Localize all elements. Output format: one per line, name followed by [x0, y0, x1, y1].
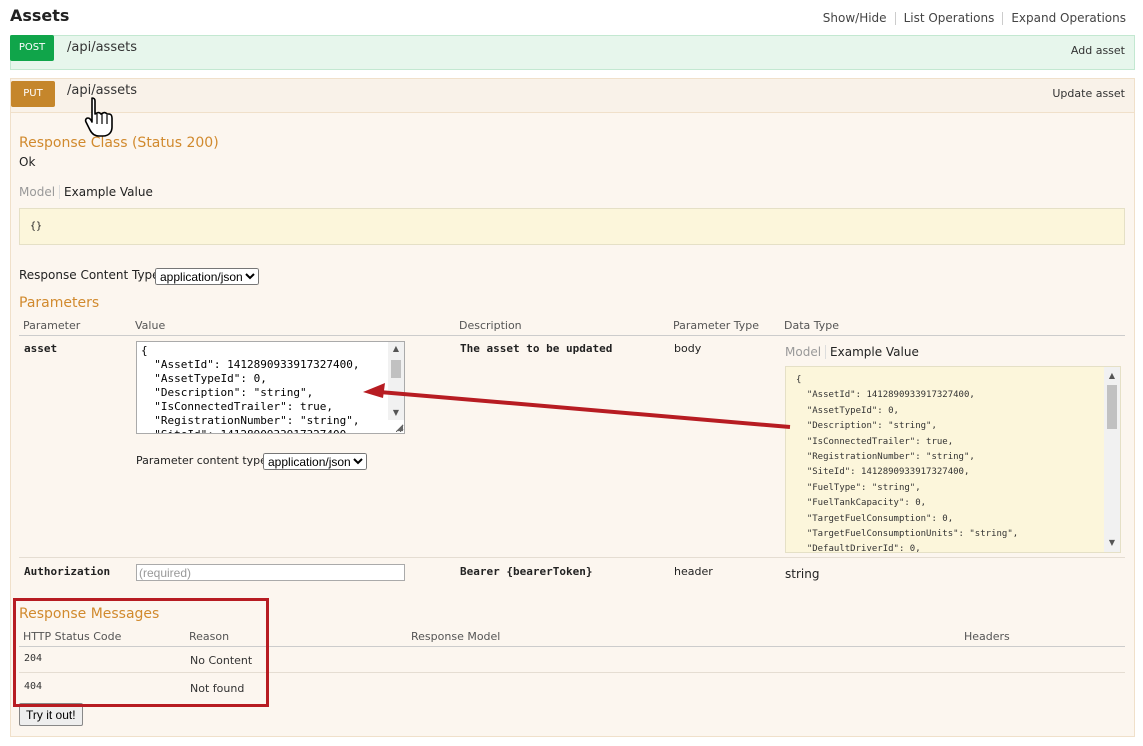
- put-operation-heading[interactable]: PUT /api/assets Update asset: [10, 78, 1135, 113]
- response-content-type-select[interactable]: application/json: [155, 268, 259, 285]
- parameters-title: Parameters: [19, 295, 100, 311]
- example-scroll-down-icon[interactable]: ▼: [1104, 536, 1120, 550]
- asset-body-textarea[interactable]: { "AssetId": 1412890933917327400, "Asset…: [136, 341, 405, 434]
- param-header-parameter: Parameter: [23, 319, 81, 332]
- datatype-model-tab[interactable]: Model: [785, 345, 827, 359]
- parameter-content-type-select[interactable]: application/json: [263, 453, 367, 470]
- post-operation-heading[interactable]: POST /api/assets Add asset: [10, 35, 1135, 70]
- param-header-data-type: Data Type: [784, 319, 840, 332]
- list-operations-link[interactable]: List Operations: [896, 12, 1004, 25]
- response-model-tab[interactable]: Model: [19, 185, 61, 199]
- resource-title[interactable]: Assets: [10, 6, 69, 25]
- response-content-type-label: Response Content Type: [19, 268, 160, 282]
- parameter-content-type-label: Parameter content type:: [136, 454, 271, 467]
- param-header-divider: [19, 335, 1125, 336]
- post-summary-link[interactable]: Add asset: [1071, 44, 1125, 57]
- resource-links: Show/Hide List Operations Expand Operati…: [815, 12, 1126, 25]
- scroll-up-icon[interactable]: ▲: [388, 342, 404, 356]
- param-name-authorization: Authorization: [24, 565, 111, 578]
- param-name-asset: asset: [24, 342, 58, 355]
- param-description-asset: The asset to be updated: [460, 342, 613, 355]
- expand-operations-link[interactable]: Expand Operations: [1003, 12, 1126, 25]
- datatype-example-tab[interactable]: Example Value: [830, 345, 923, 359]
- data-type-authorization: string: [785, 567, 820, 581]
- resize-grip-icon[interactable]: ◢: [396, 423, 403, 433]
- scroll-thumb[interactable]: [391, 360, 401, 378]
- put-summary-link[interactable]: Update asset: [1052, 87, 1125, 100]
- put-method-badge[interactable]: PUT: [11, 81, 55, 107]
- rm-header-response-model: Response Model: [411, 630, 501, 643]
- example-scrollbar[interactable]: ▲ ▼: [1104, 367, 1120, 552]
- rm-header-headers: Headers: [964, 630, 1010, 643]
- asset-body-editor: { "AssetId": 1412890933917327400, "Asset…: [136, 341, 405, 434]
- asset-textarea-scrollbar[interactable]: ▲ ▼: [388, 342, 404, 420]
- authorization-input[interactable]: [136, 564, 405, 581]
- annotation-highlight-box: [13, 598, 269, 707]
- param-header-parameter-type: Parameter Type: [673, 319, 759, 332]
- hand-cursor-icon: [84, 97, 113, 137]
- datatype-example-snippet[interactable]: { "AssetId": 1412890933917327400, "Asset…: [785, 366, 1121, 553]
- show-hide-link[interactable]: Show/Hide: [815, 12, 896, 25]
- example-scroll-up-icon[interactable]: ▲: [1104, 369, 1120, 383]
- response-class-value: Ok: [19, 155, 36, 169]
- scroll-down-icon[interactable]: ▼: [388, 406, 404, 420]
- param-type-authorization: header: [674, 565, 713, 578]
- param-header-value: Value: [135, 319, 166, 332]
- response-signature-tabs: Model Example Value: [19, 185, 157, 199]
- response-example-tab[interactable]: Example Value: [64, 185, 157, 199]
- param-type-asset: body: [674, 342, 702, 355]
- post-path-link[interactable]: /api/assets: [67, 40, 137, 55]
- post-method-badge[interactable]: POST: [10, 35, 54, 61]
- example-scroll-thumb[interactable]: [1107, 385, 1117, 429]
- param-header-description: Description: [459, 319, 522, 332]
- response-example-snippet: {}: [19, 208, 1125, 245]
- datatype-example-json: { "AssetId": 1412890933917327400, "Asset…: [796, 375, 1019, 553]
- datatype-signature-tabs: Model Example Value: [785, 345, 923, 359]
- param-row-divider: [19, 557, 1125, 558]
- param-description-authorization: Bearer {bearerToken}: [460, 565, 593, 578]
